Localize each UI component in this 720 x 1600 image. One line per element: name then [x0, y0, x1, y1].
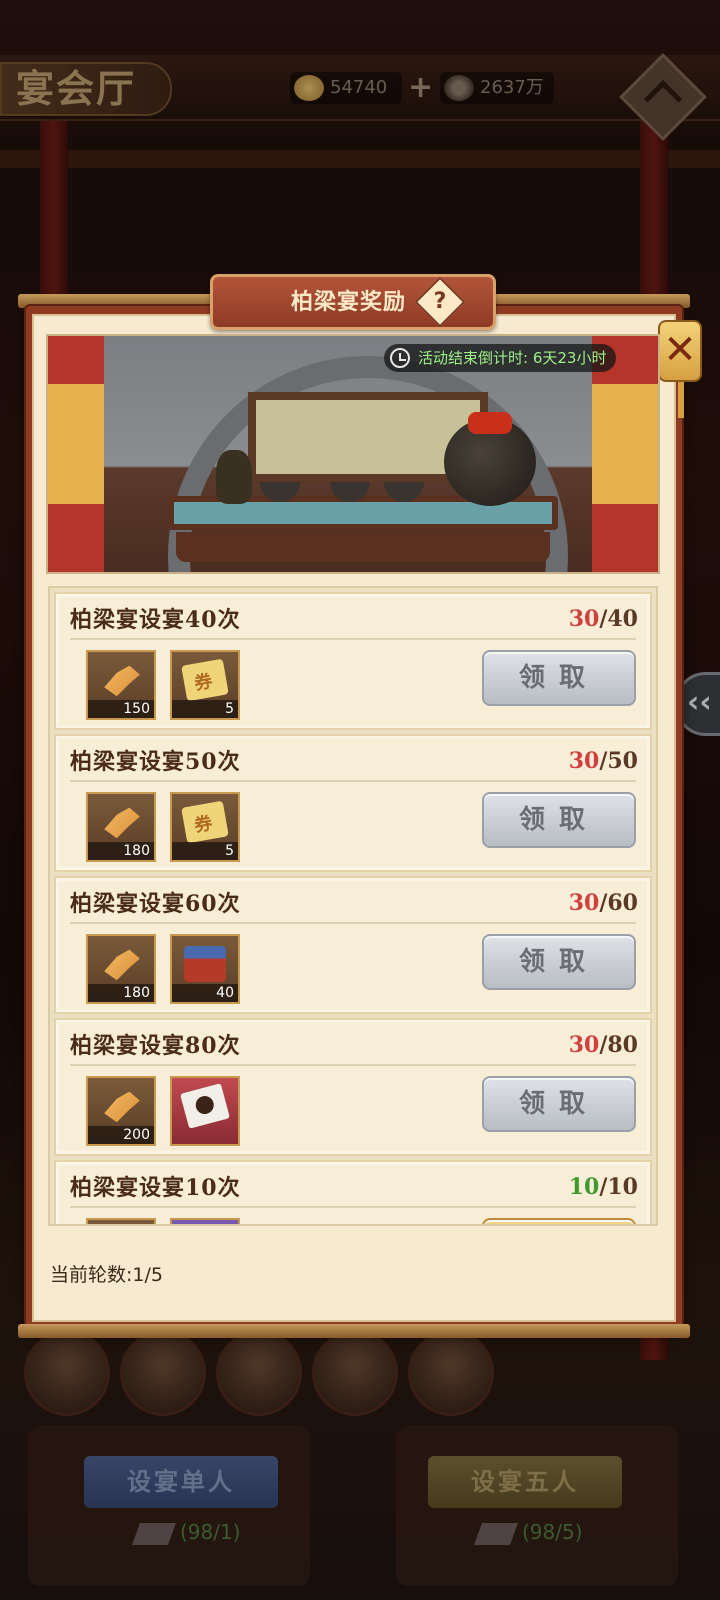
task-name: 柏梁宴设宴60次 [70, 891, 241, 917]
clock-icon [390, 348, 410, 368]
task-progress: 10/10 [568, 1174, 638, 1200]
round-value: 1/5 [132, 1264, 163, 1286]
reward-treasure-chest-icon[interactable]: 40 [170, 934, 240, 1004]
reward-token-icon[interactable]: 200 [86, 1076, 156, 1146]
reward-coupon-icon[interactable]: 5 [170, 650, 240, 720]
task-row: 柏梁宴设宴80次 30/80 200 领取 [54, 1018, 652, 1156]
task-progress: 30/60 [568, 890, 638, 916]
countdown-text: 活动结束倒计时: 6天23小时 [418, 349, 607, 367]
task-name: 柏梁宴设宴80次 [70, 1033, 241, 1059]
task-progress: 30/40 [568, 606, 638, 632]
claim-button[interactable]: 领取 [482, 650, 636, 706]
reward-purple-item-icon[interactable] [170, 1218, 240, 1224]
task-progress: 30/50 [568, 748, 638, 774]
reward-token-icon[interactable]: 150 [86, 650, 156, 720]
reward-letter-icon[interactable] [170, 1076, 240, 1146]
task-row: 柏梁宴设宴10次 10/10 [54, 1160, 652, 1224]
task-row: 柏梁宴设宴60次 30/60 180 40 领取 [54, 876, 652, 1014]
reward-token-icon[interactable]: 180 [86, 792, 156, 862]
claim-button[interactable]: 领取 [482, 934, 636, 990]
modal-bottom-rail [18, 1324, 690, 1338]
current-round: 当前轮数:1/5 [50, 1260, 163, 1287]
claim-button[interactable]: 领取 [482, 792, 636, 848]
close-icon[interactable]: ✕ [658, 320, 702, 418]
reward-token-icon[interactable]: 180 [86, 934, 156, 1004]
task-row: 柏梁宴设宴40次 30/40 150 5 领取 [54, 592, 652, 730]
task-name: 柏梁宴设宴40次 [70, 607, 241, 633]
claim-button[interactable] [482, 1218, 636, 1224]
task-row: 柏梁宴设宴50次 30/50 180 5 领取 [54, 734, 652, 872]
task-progress: 30/80 [568, 1032, 638, 1058]
reward-coupon-icon[interactable]: 5 [170, 792, 240, 862]
event-countdown: 活动结束倒计时: 6天23小时 [384, 344, 617, 372]
reward-token-icon[interactable] [86, 1218, 156, 1224]
task-name: 柏梁宴设宴10次 [70, 1175, 241, 1201]
task-name: 柏梁宴设宴50次 [70, 749, 241, 775]
round-label: 当前轮数: [50, 1264, 133, 1286]
reward-task-list[interactable]: 柏梁宴设宴40次 30/40 150 5 领取 柏梁宴设宴50次 30/50 1… [48, 586, 658, 1226]
claim-button[interactable]: 领取 [482, 1076, 636, 1132]
